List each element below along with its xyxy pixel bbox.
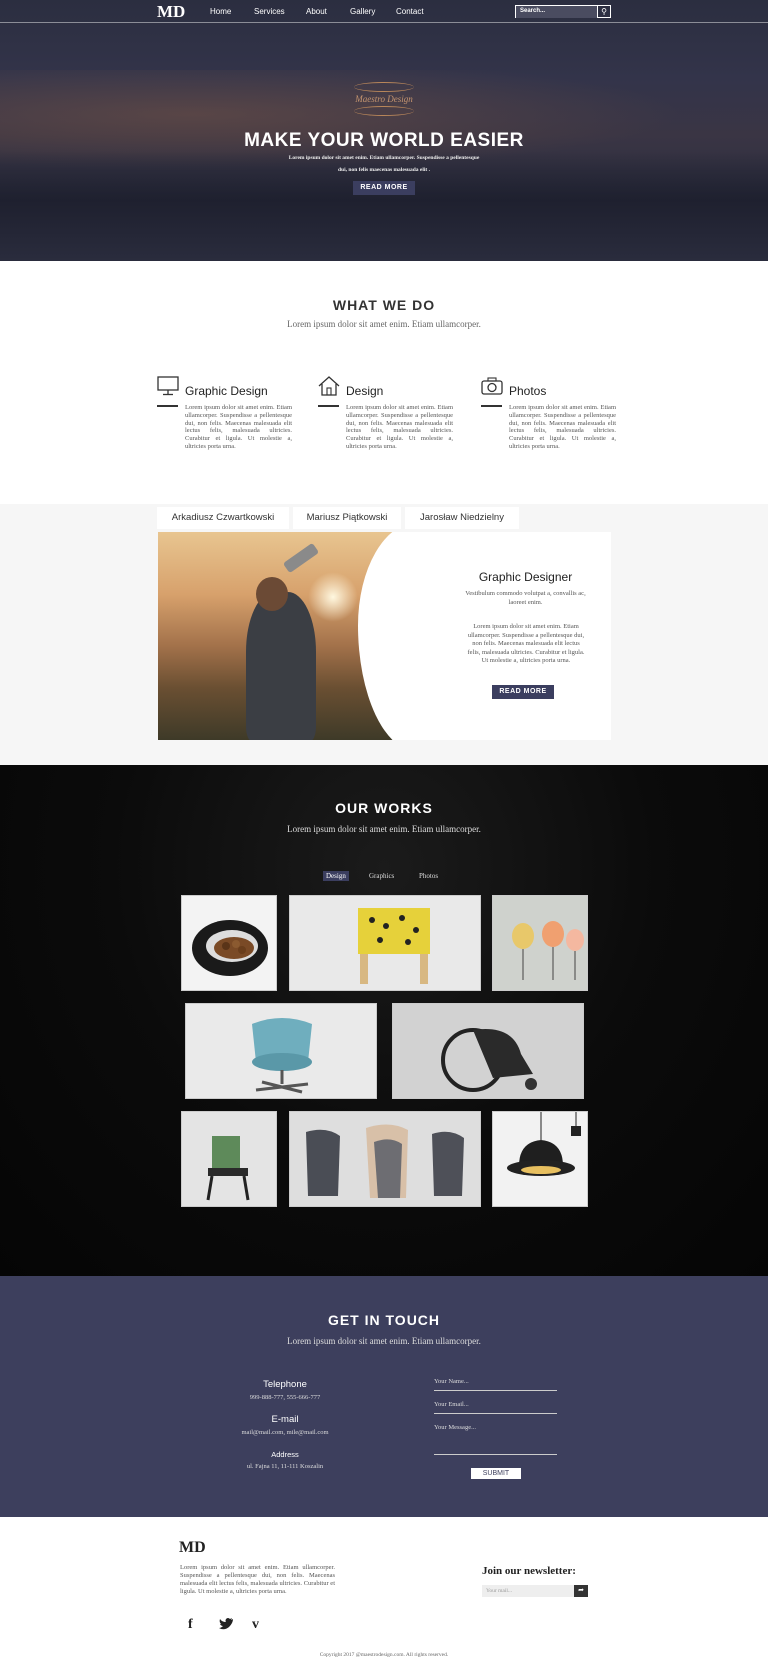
maestro-emblem: Maestro Design [344,80,424,124]
service-divider [157,405,178,407]
contact-subtitle: Lorem ipsum dolor sit amet enim. Etiam u… [287,1336,481,1346]
work-bowl[interactable] [181,895,277,991]
work-seats[interactable] [289,1111,481,1207]
nav-about[interactable]: About [306,7,327,16]
newsletter-email-input[interactable]: Your mail... [482,1585,574,1597]
service-title: Design [346,384,384,398]
address-value: ul. Fajna 11, 11-111 Koszalin [246,1463,324,1470]
emblem-ornament-top [354,82,414,92]
facebook-icon[interactable]: f [188,1617,193,1633]
nav-services[interactable]: Services [254,7,285,16]
team-member-card: Graphic Designer Vestibulum commodo volu… [158,532,611,740]
service-divider [318,405,339,407]
team-member-photo [158,532,438,740]
works-section: OUR WORKS Lorem ipsum dolor sit amet eni… [0,765,768,1276]
submit-button[interactable]: SUBMIT [471,1468,521,1479]
what-we-do-subtitle: Lorem ipsum dolor sit amet enim. Etiam u… [287,319,481,329]
work-cabinet[interactable] [289,895,481,991]
filter-graphics[interactable]: Graphics [366,871,397,881]
service-divider [481,405,502,407]
emblem-text: Maestro Design [355,94,413,104]
copyright: Copyright 2017 @maestrodesign.com. All r… [319,1652,449,1658]
search-icon[interactable]: ⚲ [597,5,611,18]
nav-gallery[interactable]: Gallery [350,7,375,16]
site-logo[interactable]: MD [157,2,185,22]
name-field[interactable]: Your Name... [434,1378,557,1391]
work-wheelchair[interactable] [392,1003,584,1099]
footer-logo[interactable]: MD [179,1539,206,1557]
photo-person-head [256,577,288,611]
works-title: OUR WORKS [335,800,433,816]
photo-bottle [282,542,320,574]
team-member-description: Lorem ipsum dolor sit amet enim. Etiam u… [467,623,585,664]
camera-icon [481,376,503,396]
telephone-block: Telephone 999-888-777, 555-666-777 [180,1379,390,1401]
work-lamps[interactable] [492,895,588,991]
service-title: Graphic Design [185,384,268,398]
filter-photos[interactable]: Photos [416,871,441,881]
team-tab-mariusz[interactable]: Mariusz Piątkowski [293,507,401,529]
search-box: Search... ⚲ [515,5,611,18]
work-chair[interactable] [181,1111,277,1207]
team-tab-jaroslaw[interactable]: Jarosław Niedzielny [405,507,519,529]
email-value: mail@mail.com, mile@mail.com [241,1429,329,1436]
team-member-role: Graphic Designer [478,570,573,584]
photo-person [246,592,316,740]
team-read-more-button[interactable]: READ MORE [492,685,554,699]
search-input[interactable]: Search... [515,5,597,18]
work-hat-lamp[interactable] [492,1111,588,1207]
works-subtitle: Lorem ipsum dolor sit amet enim. Etiam u… [287,824,481,834]
emblem-ornament-bottom [354,106,414,116]
newsletter-title: Join our newsletter: [482,1565,576,1577]
twitter-icon[interactable] [218,1617,234,1636]
footer: MD Lorem ipsum dolor sit amet enim. Etia… [0,1517,768,1669]
service-text: Lorem ipsum dolor sit amet enim. Etiam u… [509,404,616,450]
address-label: Address [271,1450,299,1459]
filter-design[interactable]: Design [323,871,349,881]
nav-home[interactable]: Home [210,7,231,16]
telephone-value: 999-888-777, 555-666-777 [249,1394,321,1401]
service-title: Photos [509,384,547,398]
hero-subtitle: Lorem ipsum dolor sit amet enim. Etiam u… [288,155,480,173]
hero-title: MAKE YOUR WORLD EASIER [244,130,524,151]
hero-section: MD Home Services About Gallery Contact S… [0,0,768,261]
nav-contact[interactable]: Contact [396,7,424,16]
house-icon [318,376,340,396]
team-section: Arkadiusz Czwartkowski Mariusz Piątkowsk… [0,504,768,765]
photo-brush-edge [358,532,438,740]
monitor-icon [157,376,179,396]
what-we-do-title: WHAT WE DO [332,297,436,313]
team-tab-arkadiusz[interactable]: Arkadiusz Czwartkowski [157,507,289,529]
contact-title: GET IN TOUCH [327,1312,441,1328]
vimeo-icon[interactable]: v [252,1617,259,1633]
search-placeholder: Search... [520,8,546,14]
service-text: Lorem ipsum dolor sit amet enim. Etiam u… [346,404,453,450]
service-text: Lorem ipsum dolor sit amet enim. Etiam u… [185,404,292,450]
email-label: E-mail [271,1414,299,1425]
work-armchair[interactable] [185,1003,377,1099]
message-field[interactable]: Your Message... [434,1424,557,1455]
email-block: E-mail mail@mail.com, mile@mail.com [180,1414,390,1436]
hero-read-more-button[interactable]: READ MORE [353,181,415,195]
top-navigation: MD Home Services About Gallery Contact S… [0,0,768,23]
photo-sun [308,572,358,622]
contact-section: GET IN TOUCH Lorem ipsum dolor sit amet … [0,1276,768,1517]
footer-text: Lorem ipsum dolor sit amet enim. Etiam u… [180,1564,335,1595]
email-field[interactable]: Your Email... [434,1401,557,1414]
send-icon[interactable]: ➦ [574,1585,588,1597]
team-member-tagline: Vestibulum commodo volutpat a, convallis… [465,590,586,606]
address-block: Address ul. Fajna 11, 11-111 Koszalin [180,1450,390,1470]
telephone-label: Telephone [263,1379,307,1390]
